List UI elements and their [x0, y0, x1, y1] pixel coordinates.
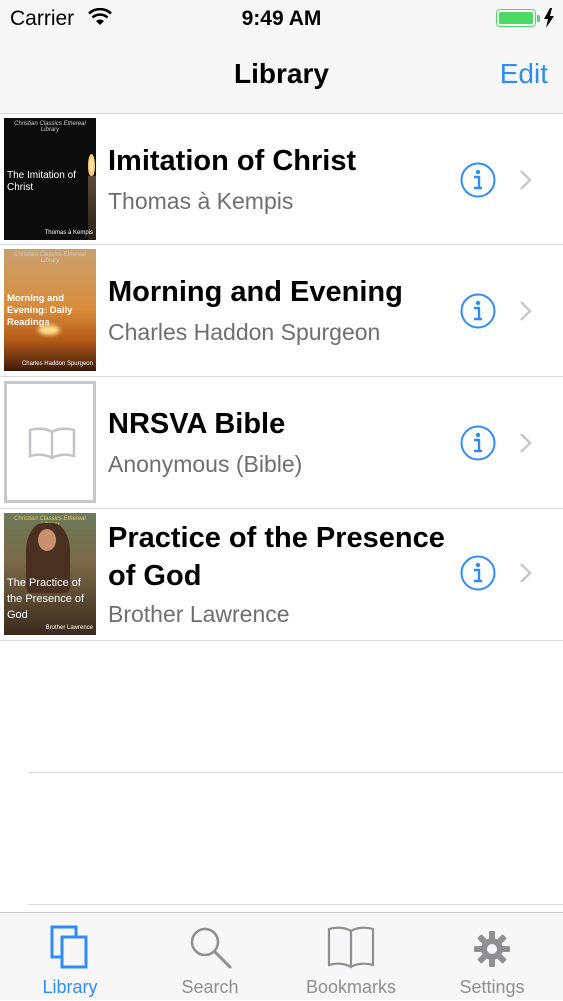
gear-icon [474, 931, 510, 967]
bookmarks-icon [327, 926, 375, 969]
cover-author-text: Thomas à Kempis [44, 230, 93, 236]
tab-search[interactable]: Search [140, 913, 280, 1001]
info-icon[interactable] [460, 293, 496, 329]
book-icon [28, 427, 76, 460]
chevron-right-icon [518, 299, 534, 323]
book-cover: Christian Classics Ethereal Library The … [4, 118, 96, 240]
navigation-bar: Library Edit [0, 38, 563, 114]
tab-label: Settings [459, 977, 525, 997]
book-row-nrsva-bible[interactable]: NRSVA Bible Anonymous (Bible) [0, 377, 563, 509]
tab-label: Library [42, 977, 98, 997]
tab-bar: Library Search Bookmarks Settings [0, 912, 563, 1000]
book-row-practice-of-the-presence[interactable]: Christian Classics Ethereal Library The … [0, 509, 563, 641]
status-bar: Carrier 9:49 AM [0, 0, 563, 38]
cover-series-text: Christian Classics Ethereal Library [14, 121, 86, 133]
candle-flame [88, 154, 95, 176]
book-list: Christian Classics Ethereal Library The … [0, 114, 563, 641]
page-title: Library [234, 58, 329, 89]
info-icon[interactable] [460, 162, 496, 198]
book-author: Brother Lawrence [108, 601, 290, 627]
book-title: NRSVA Bible [108, 408, 286, 440]
book-cover-placeholder [4, 381, 96, 503]
library-icon [50, 925, 88, 969]
book-author: Thomas à Kempis [108, 188, 294, 214]
charging-bolt-icon [543, 8, 555, 33]
status-time: 9:49 AM [241, 7, 322, 30]
book-cover: Christian Classics Ethereal Library Morn… [4, 249, 96, 371]
book-row-imitation-of-christ[interactable]: Christian Classics Ethereal Library The … [0, 114, 563, 245]
tab-library[interactable]: Library [0, 913, 140, 1001]
edit-button[interactable]: Edit [500, 58, 548, 90]
info-icon[interactable] [460, 425, 496, 461]
battery-tip [537, 15, 540, 22]
book-cover: Christian Classics Ethereal Library The … [4, 513, 96, 635]
sunset-glow [38, 325, 60, 335]
book-author: Charles Haddon Spurgeon [108, 319, 381, 345]
cover-title-text: The Imitation of Christ [7, 170, 76, 193]
monk-face [38, 529, 56, 551]
tab-settings[interactable]: Settings [422, 913, 562, 1001]
chevron-right-icon [518, 431, 534, 455]
cover-series-text: Christian Classics Ethereal Library [14, 252, 86, 264]
tab-label: Search [181, 977, 239, 997]
empty-row-separator [28, 772, 563, 773]
search-icon [190, 927, 232, 969]
info-icon[interactable] [460, 555, 496, 591]
cover-author-text: Charles Haddon Spurgeon [21, 361, 93, 367]
cover-title-text: The Practice of the Presence of God [7, 577, 85, 621]
cover-title-text: Morning and Evening: Daily Readings [7, 293, 73, 328]
book-title: Imitation of Christ [108, 145, 357, 177]
book-author: Anonymous (Bible) [108, 451, 303, 477]
chevron-right-icon [518, 168, 534, 192]
tab-label: Bookmarks [305, 977, 397, 997]
book-title: Morning and Evening [108, 276, 403, 308]
battery-icon [496, 9, 536, 27]
book-row-morning-and-evening[interactable]: Christian Classics Ethereal Library Morn… [0, 245, 563, 377]
tab-bookmarks[interactable]: Bookmarks [281, 913, 421, 1001]
cover-author-text: Brother Lawrence [45, 625, 93, 631]
book-title: Practice of the Presence of God [108, 522, 445, 592]
chevron-right-icon [518, 561, 534, 585]
empty-row-separator [28, 904, 563, 905]
